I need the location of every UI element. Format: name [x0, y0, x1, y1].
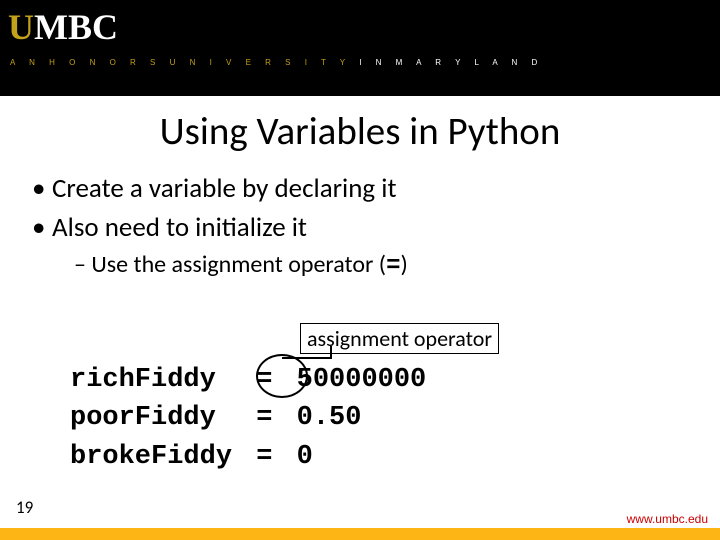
eq-3: = — [256, 439, 278, 475]
body: •Create a variable by declaring it •Also… — [32, 172, 688, 280]
val-1: 50000000 — [280, 362, 432, 398]
val-3: 0 — [280, 439, 432, 475]
tagline: A N H O N O R S U N I V E R S I T Y I N … — [10, 58, 543, 67]
code-table: richFiddy = 50000000 poorFiddy = 0.50 br… — [68, 360, 434, 477]
connector-line — [330, 346, 332, 357]
bullet-1-text: Create a variable by declaring it — [52, 172, 397, 205]
tagline-a: A N H O N O R S U N I V E R S I T Y — [10, 58, 351, 67]
sub-bullet-text: – Use the assignment operator ( — [74, 250, 386, 279]
var-2: poorFiddy — [70, 400, 254, 436]
footer-bar — [0, 528, 720, 540]
sub-bullet: – Use the assignment operator (=) — [74, 250, 688, 280]
code-row-2: poorFiddy = 0.50 — [70, 400, 432, 436]
page-number: 19 — [16, 497, 33, 518]
footer-url: www.umbc.edu — [627, 512, 708, 526]
eq-2: = — [256, 400, 278, 436]
header-band: UMBC A N H O N O R S U N I V E R S I T Y… — [0, 0, 720, 96]
val-2: 0.50 — [280, 400, 432, 436]
tagline-b: I N M A R Y L A N D — [351, 58, 543, 67]
sub-bullet-end: ) — [401, 250, 408, 279]
umbc-logo: UMBC — [8, 6, 118, 48]
code-block: richFiddy = 50000000 poorFiddy = 0.50 br… — [68, 360, 434, 477]
logo-rest: MBC — [34, 7, 118, 47]
bullet-2-text: Also need to initialize it — [52, 211, 307, 244]
eq-1: = — [256, 362, 278, 398]
equals-operator: = — [386, 253, 400, 280]
bullet-1: •Create a variable by declaring it — [32, 172, 688, 205]
var-3: brokeFiddy — [70, 439, 254, 475]
bullet-2: •Also need to initialize it — [32, 211, 688, 244]
code-row-3: brokeFiddy = 0 — [70, 439, 432, 475]
slide-title: Using Variables in Python — [0, 108, 720, 155]
slide: UMBC A N H O N O R S U N I V E R S I T Y… — [0, 0, 720, 540]
logo-initial: U — [8, 7, 34, 47]
var-1: richFiddy — [70, 362, 254, 398]
code-row-1: richFiddy = 50000000 — [70, 362, 432, 398]
